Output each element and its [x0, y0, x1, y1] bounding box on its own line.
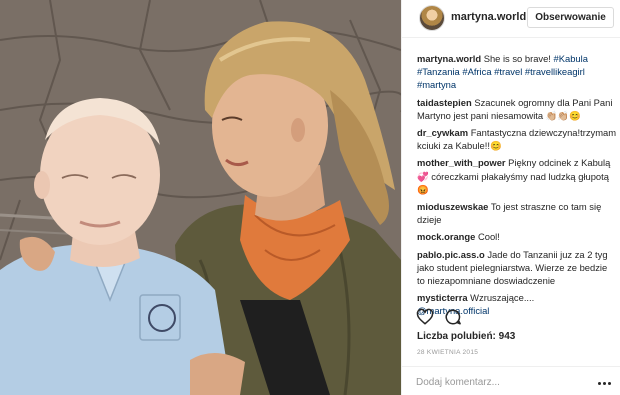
hashtag-link[interactable]: #Kabula — [554, 53, 588, 64]
comment-username[interactable]: mysticterra — [417, 292, 468, 303]
comment-item: mother_with_power Piękny odcinek z Kabul… — [417, 156, 617, 196]
caption-username[interactable]: martyna.world — [417, 53, 481, 64]
comment-item: taidastepien Szacunek ogromny dla Pani P… — [417, 96, 617, 122]
comment-username[interactable]: dr_cywkam — [417, 127, 468, 138]
add-comment-bar — [402, 366, 620, 395]
comment-username[interactable]: mother_with_power — [417, 157, 506, 168]
post-details-panel: martyna.world Obserwowanie martyna.world… — [401, 0, 620, 395]
comment-bubble-icon[interactable] — [444, 308, 462, 326]
hashtag-link[interactable]: #Africa — [462, 66, 491, 77]
hashtag-link[interactable]: #Tanzania — [417, 66, 460, 77]
comment-text: Wzruszające.... — [470, 292, 535, 304]
more-dots-icon[interactable] — [598, 378, 612, 388]
hashtag-link[interactable]: #travel — [494, 66, 522, 77]
post-header: martyna.world Obserwowanie — [402, 0, 620, 38]
header-username[interactable]: martyna.world — [451, 11, 526, 23]
comment-text: Cool! — [477, 231, 500, 243]
post-date: 28 KWIETNIA 2015 — [417, 349, 479, 356]
comment-item: dr_cywkam Fantastyczna dziewczyna!trzyma… — [417, 126, 617, 152]
comment-username[interactable]: mioduszewskae — [417, 201, 488, 212]
comment-item: mioduszewskae To jest straszne co tam si… — [417, 200, 617, 226]
dot — [608, 381, 611, 385]
comment-username[interactable]: taidastepien — [417, 97, 472, 108]
comment-input[interactable] — [416, 374, 586, 390]
follow-button[interactable]: Obserwowanie — [527, 7, 614, 28]
hashtag-link[interactable]: #travellikeagirl — [525, 66, 585, 77]
comments-list: martyna.world She is so brave! #Kabula #… — [417, 52, 617, 322]
likes-count[interactable]: Liczba polubień: 943 — [417, 331, 515, 342]
post-photo[interactable] — [0, 0, 401, 395]
hashtag-link[interactable]: #martyna — [417, 79, 456, 90]
caption-text: She is so brave! — [483, 53, 551, 64]
post-actions — [416, 308, 462, 328]
comment-username[interactable]: mock.orange — [417, 231, 475, 242]
avatar[interactable] — [419, 5, 445, 31]
dot — [598, 381, 601, 385]
heart-icon[interactable] — [416, 308, 434, 326]
comment-username[interactable]: pablo.pic.ass.o — [417, 249, 485, 260]
instagram-post: martyna.world Obserwowanie martyna.world… — [0, 0, 620, 395]
comment-item: mock.orange Cool! — [417, 230, 617, 243]
dot — [603, 381, 606, 385]
caption: martyna.world She is so brave! #Kabula #… — [417, 52, 617, 92]
comment-item: pablo.pic.ass.o Jade do Tanzanii juz za … — [417, 248, 617, 288]
post-photo-illustration — [0, 0, 401, 395]
